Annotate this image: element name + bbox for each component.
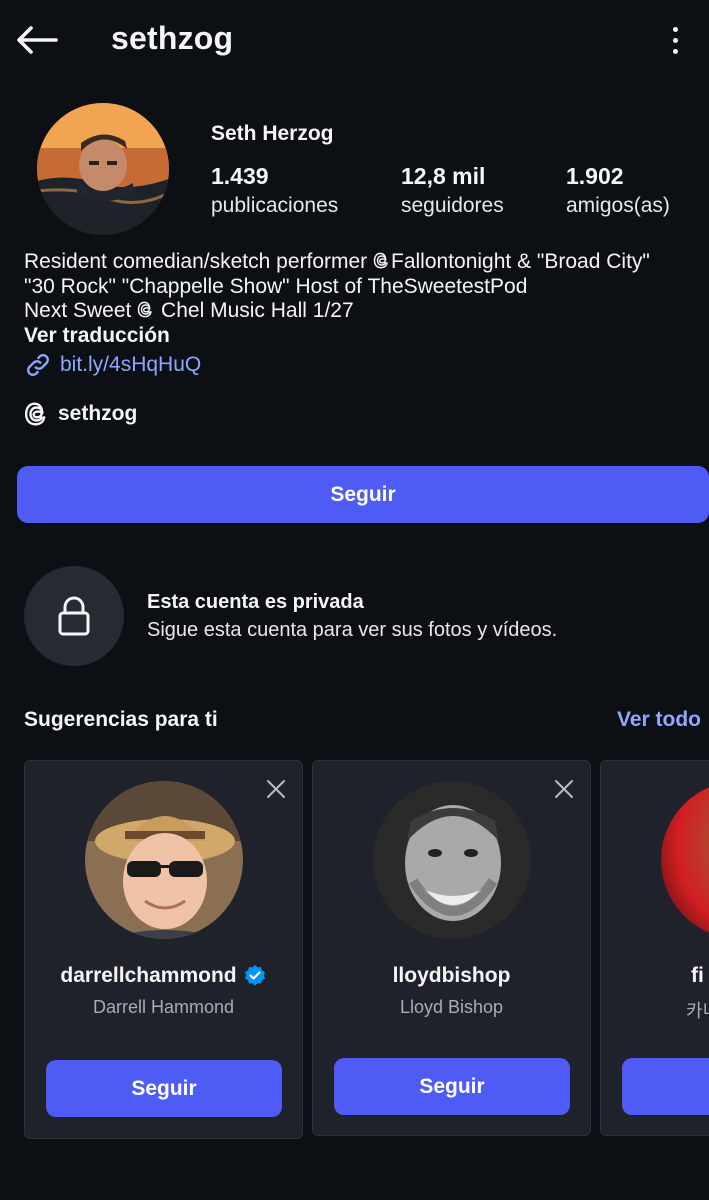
- bio-line-1: Resident comedian/sketch performer Fallo…: [24, 250, 650, 273]
- see-all-link[interactable]: Ver todo: [617, 708, 701, 732]
- threads-profile-link[interactable]: sethzog: [24, 401, 137, 427]
- suggestion-card[interactable]: lloydbishop Lloyd Bishop Seguir: [312, 760, 591, 1136]
- stat-followers-label: seguidores: [401, 194, 504, 217]
- threads-icon: [24, 402, 46, 426]
- suggestion-avatar[interactable]: [373, 781, 531, 939]
- stat-friends-label: amigos(as): [566, 194, 670, 217]
- bio-line-3: Next Sweet Chel Music Hall 1/27: [24, 299, 354, 322]
- private-account-title: Esta cuenta es privada: [147, 591, 364, 613]
- threads-icon: [373, 252, 388, 269]
- profile-bio: Resident comedian/sketch performer Fallo…: [24, 250, 704, 324]
- suggestion-follow-button[interactable]: [622, 1058, 709, 1115]
- stat-friends-value: 1.902: [566, 163, 624, 189]
- lock-icon: [58, 596, 90, 636]
- arrow-left-icon: [17, 26, 58, 54]
- profile-display-name: Seth Herzog: [211, 122, 334, 145]
- stat-followers-value: 12,8 mil: [401, 163, 486, 189]
- link-icon: [27, 354, 49, 376]
- more-vertical-icon: [672, 26, 678, 32]
- private-account-subtitle: Sigue esta cuenta para ver sus fotos y v…: [147, 619, 558, 641]
- profile-avatar[interactable]: [37, 103, 169, 235]
- bio-line-2: "30 Rock" "Chappelle Show" Host of TheSw…: [24, 274, 528, 298]
- follow-button[interactable]: Seguir: [17, 466, 709, 523]
- back-button[interactable]: [14, 20, 64, 60]
- close-icon[interactable]: [552, 777, 576, 801]
- header-username: sethzog: [111, 20, 234, 56]
- stat-posts: 1.439 publicaciones: [211, 163, 338, 218]
- close-icon[interactable]: [264, 777, 288, 801]
- stat-followers[interactable]: 12,8 mil seguidores: [401, 163, 504, 218]
- suggestion-username: darrellchammond: [25, 964, 302, 988]
- threads-handle: sethzog: [58, 402, 138, 425]
- private-lock-badge: [24, 566, 124, 666]
- suggestion-username: fi: [691, 964, 704, 987]
- verified-badge-icon: [244, 965, 265, 986]
- suggestion-username: lloydbishop: [392, 964, 511, 987]
- suggestion-card[interactable]: darrellchammond Darrell Hammond Seguir: [24, 760, 303, 1139]
- suggestion-follow-button[interactable]: Seguir: [334, 1058, 570, 1115]
- suggestion-follow-button[interactable]: Seguir: [46, 1060, 282, 1117]
- suggestions-title: Sugerencias para ti: [24, 708, 218, 731]
- suggestion-avatar[interactable]: [85, 781, 243, 939]
- stat-posts-label: publicaciones: [211, 194, 339, 217]
- threads-icon: [137, 301, 152, 318]
- suggestion-card[interactable]: fi 카니: [600, 760, 709, 1136]
- stat-posts-value: 1.439: [211, 163, 269, 189]
- suggestion-avatar[interactable]: [661, 781, 709, 939]
- profile-link-text: bit.ly/4sHqHuQ: [60, 353, 202, 376]
- see-translation-link[interactable]: Ver traducción: [24, 324, 170, 348]
- suggestion-full-name: Darrell Hammond: [92, 997, 235, 1017]
- more-options-button[interactable]: [660, 20, 690, 60]
- suggestion-full-name: Lloyd Bishop: [399, 997, 504, 1017]
- stat-friends[interactable]: 1.902 amigos(as): [566, 163, 670, 218]
- profile-link[interactable]: bit.ly/4sHqHuQ: [24, 351, 201, 379]
- suggestion-full-name: 카니: [686, 1001, 709, 1021]
